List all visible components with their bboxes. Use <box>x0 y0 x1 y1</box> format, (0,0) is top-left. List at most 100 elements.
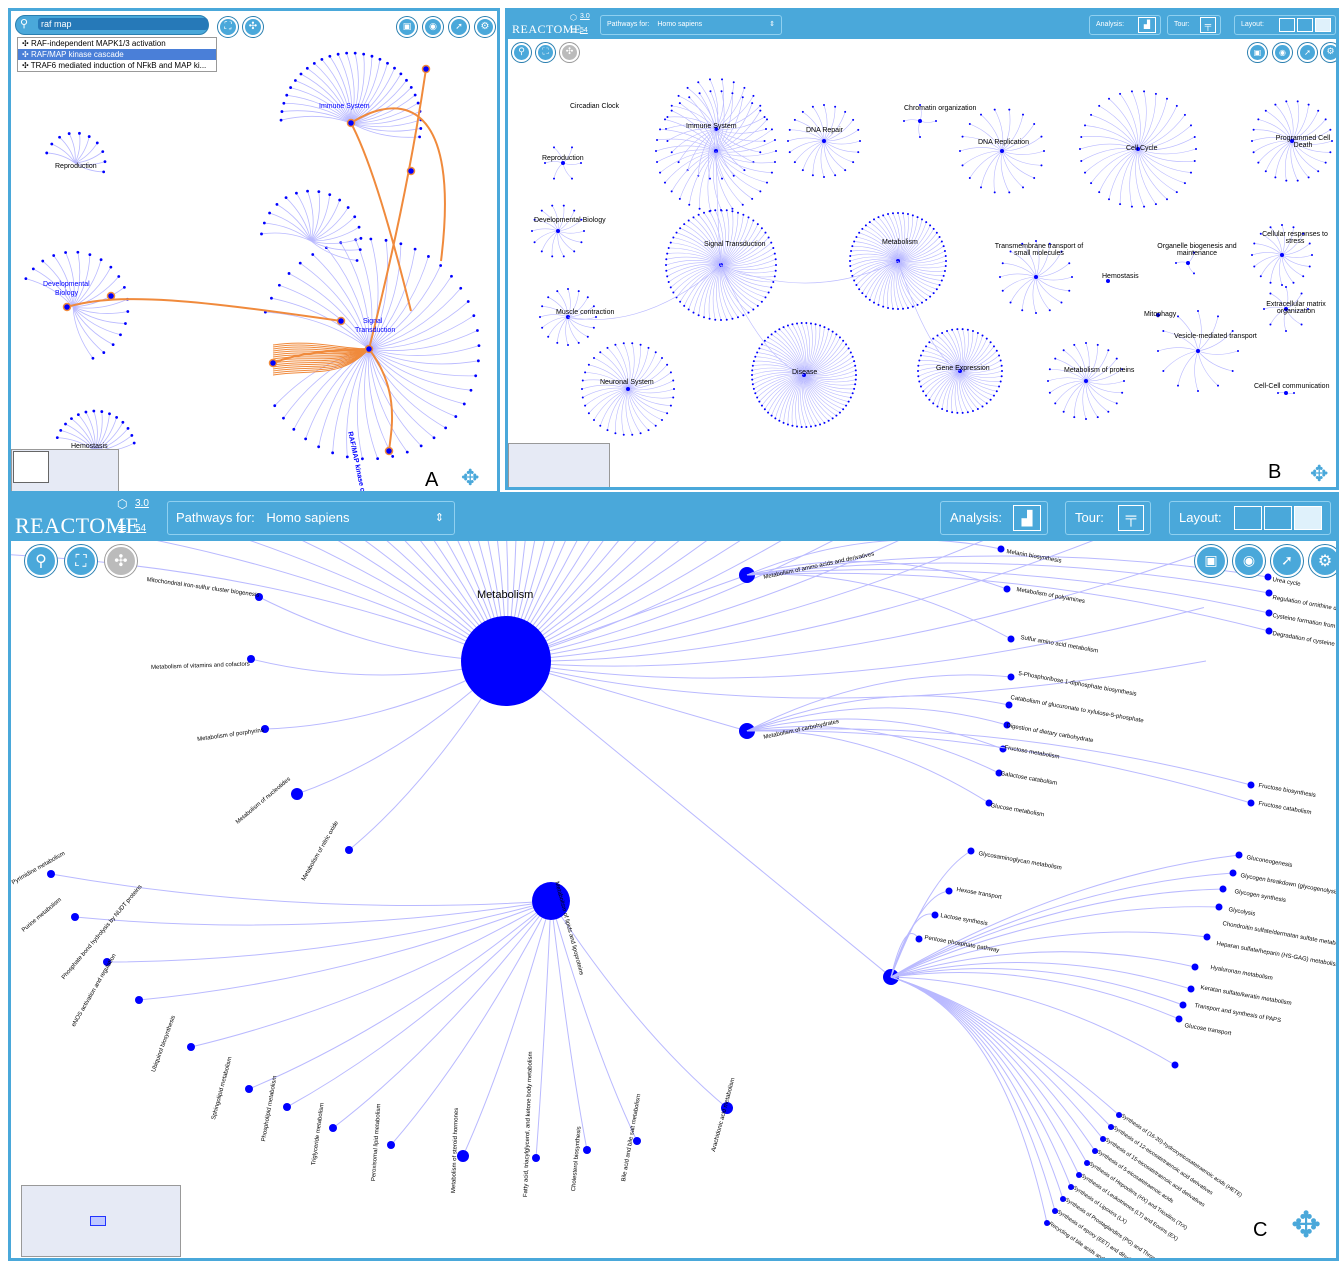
tour-button[interactable]: Tour: ╤ <box>1167 15 1221 35</box>
species-selector[interactable]: Pathways for: Homo sapiens ⇕ <box>167 501 455 535</box>
fit-icon[interactable]: ⛶ <box>65 545 97 577</box>
version-link[interactable]: 3.0 <box>135 498 149 509</box>
panel-a-graph[interactable] <box>11 11 497 491</box>
pathway-node[interactable] <box>531 204 585 258</box>
pathway-label[interactable]: Chromatin organization <box>904 105 976 112</box>
compass-icon[interactable]: ➚ <box>1298 43 1317 62</box>
suggestion-item[interactable]: ✣ RAF-independent MAPK1/3 activation <box>18 38 216 49</box>
pan-icon[interactable]: ✥ <box>1310 463 1328 485</box>
image-icon[interactable]: ▣ <box>1248 43 1267 62</box>
image-icon[interactable]: ▣ <box>1195 545 1227 577</box>
minimap[interactable] <box>11 449 119 491</box>
search-input[interactable] <box>38 18 208 30</box>
minimap[interactable] <box>508 443 610 487</box>
layout-button[interactable]: Layout: <box>1234 15 1336 35</box>
pathway-label[interactable]: Vesicle-mediated transport <box>1174 333 1257 340</box>
fit-icon[interactable]: ⛶ <box>218 17 238 37</box>
panel-letter: C <box>1253 1219 1268 1241</box>
pathway-label[interactable]: Cell Cycle <box>1126 145 1158 152</box>
suggestion-item-selected[interactable]: ✣ RAF/MAP kinase cascade <box>18 49 216 60</box>
camera-icon[interactable]: ◉ <box>1273 43 1292 62</box>
minimap-viewport[interactable] <box>13 451 49 483</box>
metabolism-children[interactable] <box>47 593 733 1162</box>
search-icon[interactable]: ⚲ <box>25 545 57 577</box>
pathway-label[interactable]: Neuronal System <box>600 379 654 386</box>
panel-letter: A <box>425 469 439 491</box>
layout-right-icon[interactable] <box>1294 506 1322 530</box>
pathway-label[interactable]: Immune System <box>686 123 737 130</box>
minimap-viewport[interactable] <box>90 1216 106 1226</box>
layout-left-icon[interactable] <box>1279 18 1295 32</box>
signpost-icon: ╤ <box>1200 17 1216 33</box>
species-selector[interactable]: Pathways for: Homo sapiens ⇕ <box>600 15 782 35</box>
suggestion-item[interactable]: ✣ TRAF6 mediated induction of NFkB and M… <box>18 60 216 71</box>
layout-icon[interactable]: ✣ <box>105 545 137 577</box>
compass-icon[interactable]: ➚ <box>449 17 469 37</box>
layout-left-icon[interactable] <box>1234 506 1262 530</box>
pathway-label[interactable]: Transmembrane transport of small molecul… <box>994 243 1084 257</box>
search-icon[interactable]: ⚲ <box>512 43 531 62</box>
pathway-node[interactable] <box>1277 391 1295 395</box>
pathway-label[interactable]: Programmed Cell Death <box>1270 135 1336 149</box>
pathway-label[interactable]: Disease <box>792 369 817 376</box>
pathway-label[interactable]: Signal Transduction <box>704 241 765 248</box>
pathway-label[interactable]: Muscle contraction <box>556 309 614 316</box>
analysis-label: Analysis: <box>950 510 1003 525</box>
layout-middle-icon[interactable] <box>1264 506 1292 530</box>
top-bar: REACTOME ⬡ 3.0 ≣ 54 Pathways for: Homo s… <box>11 495 1336 541</box>
arachidonic-children[interactable] <box>890 976 1122 1226</box>
pan-icon[interactable]: ✥ <box>461 467 479 489</box>
layout-icon[interactable]: ✣ <box>243 17 263 37</box>
fit-icon[interactable]: ⛶ <box>536 43 555 62</box>
pathway-node[interactable] <box>581 342 675 436</box>
pathway-label[interactable]: Metabolism <box>882 239 918 246</box>
pathway-label[interactable]: DNA Replication <box>978 139 1029 146</box>
gear-icon[interactable]: ⚙ <box>475 17 495 37</box>
layout-right-icon[interactable] <box>1315 18 1331 32</box>
pathway-label[interactable]: Cellular responses to stress <box>1254 231 1336 245</box>
version-link[interactable]: 3.0 <box>580 13 590 20</box>
gear-icon[interactable]: ⚙ <box>1321 43 1336 62</box>
pathway-label[interactable]: Mitophagy <box>1144 311 1176 318</box>
pathway-label[interactable]: Circadian Clock <box>570 103 619 110</box>
compass-icon[interactable]: ➚ <box>1271 545 1303 577</box>
pathway-label[interactable]: Reproduction <box>542 155 584 162</box>
minimap[interactable] <box>21 1185 181 1257</box>
metabolism-node[interactable] <box>461 616 551 706</box>
pathway-node[interactable] <box>1047 342 1125 420</box>
layout-button[interactable]: Layout: <box>1169 501 1331 535</box>
pathway-label[interactable]: Cell-Cell communication <box>1254 383 1329 390</box>
search-icon[interactable]: ⚲ <box>20 17 28 30</box>
pathway-label[interactable]: Developmental Biology <box>534 217 606 224</box>
tour-button[interactable]: Tour: ╤ <box>1065 501 1151 535</box>
mid-fan[interactable] <box>260 189 363 262</box>
camera-icon[interactable]: ◉ <box>423 17 443 37</box>
pathway-node[interactable] <box>1157 310 1239 392</box>
image-icon[interactable]: ▣ <box>397 17 417 37</box>
layout-icon[interactable]: ✣ <box>560 43 579 62</box>
pathway-label[interactable]: Extracellular matrix organization <box>1256 301 1336 315</box>
carbohydrate-children[interactable] <box>505 541 1273 1069</box>
analysis-button[interactable]: Analysis: ▟ <box>940 501 1048 535</box>
pathway-label[interactable]: Organelle biogenesis and maintenance <box>1152 243 1242 257</box>
search-bar: ⚲ <box>15 15 209 35</box>
pathway-label[interactable]: DNA Repair <box>806 127 843 134</box>
gear-icon[interactable]: ⚙ <box>1309 545 1336 577</box>
pan-icon[interactable]: ✥ <box>1291 1207 1321 1243</box>
analysis-button[interactable]: Analysis: ▟ <box>1089 15 1161 35</box>
chevron-updown-icon: ⇕ <box>434 512 444 524</box>
pathway-label[interactable]: Metabolism of proteins <box>1064 367 1134 374</box>
analysis-icon: ▟ <box>1013 505 1041 531</box>
db-link[interactable]: 54 <box>135 523 146 534</box>
pathway-label[interactable]: Hemostasis <box>1102 273 1139 280</box>
pathway-node[interactable] <box>544 146 582 180</box>
version-icon: ⬡ <box>117 497 128 511</box>
pathway-label[interactable]: Gene Expression <box>936 365 990 372</box>
layout-middle-icon[interactable] <box>1297 18 1313 32</box>
camera-icon[interactable]: ◉ <box>1233 545 1265 577</box>
panel-b-viewer: REACTOME ⬡ 3.0 ≣ 54 Pathways for: Homo s… <box>505 8 1339 490</box>
pathway-node[interactable] <box>959 108 1045 194</box>
panel-c-graph[interactable] <box>11 541 1336 1256</box>
db-link[interactable]: 54 <box>580 27 588 34</box>
pathway-node[interactable] <box>787 104 861 178</box>
